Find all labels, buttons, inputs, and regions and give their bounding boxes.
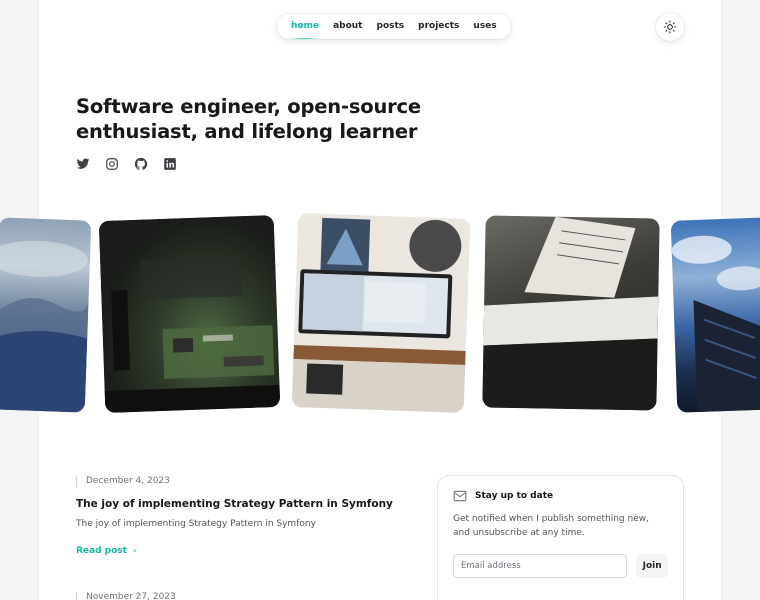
read-post-label: Read post: [76, 546, 127, 556]
post-date: December 4, 2023: [76, 476, 406, 487]
newsletter-title: Stay up to date: [475, 491, 554, 501]
theme-toggle-button[interactable]: [656, 13, 684, 41]
nav-item-uses[interactable]: uses: [473, 14, 496, 39]
github-icon[interactable]: [134, 156, 148, 170]
chevron-right-icon: ›: [133, 546, 137, 555]
nav-item-projects[interactable]: projects: [418, 14, 459, 39]
instagram-icon[interactable]: [105, 156, 119, 170]
newsletter-description: Get notified when I publish something ne…: [453, 514, 649, 538]
newsletter-form: Stay up to date Get notified when I publ…: [437, 475, 684, 600]
photo-mountain-landscape: [0, 217, 92, 413]
email-input[interactable]: [453, 554, 628, 578]
post-date: November 27, 2023: [76, 592, 406, 600]
desk-setup-image: [291, 213, 471, 413]
main-nav: home about posts projects uses: [277, 14, 511, 39]
read-post-link[interactable]: Read post ›: [76, 546, 136, 556]
nav-item-home[interactable]: home: [286, 14, 324, 39]
post-card: December 4, 2023 The joy of implementing…: [76, 476, 406, 557]
newsletter-form-row: Join: [453, 554, 668, 578]
linkedin-icon[interactable]: [163, 156, 177, 170]
photo-circuit-board: [98, 215, 281, 413]
nav-item-posts[interactable]: posts: [377, 14, 405, 39]
post-summary: The joy of implementing Strategy Pattern…: [76, 519, 316, 529]
piano-keys-image: [482, 216, 659, 411]
hero-headline: Software engineer, open-source enthusias…: [76, 95, 421, 143]
mountain-landscape-image: [0, 240, 89, 413]
mail-icon: [453, 490, 467, 502]
photo-building-sky: [670, 217, 760, 413]
newsletter-header: Stay up to date: [453, 490, 668, 502]
circuit-board-image: [104, 256, 281, 413]
nav-item-about[interactable]: about: [333, 14, 362, 39]
photo-desk-setup: [291, 213, 471, 413]
building-sky-image: [671, 235, 760, 412]
photo-piano: [482, 215, 660, 411]
join-button[interactable]: Join: [636, 554, 668, 578]
post-title[interactable]: The joy of implementing Strategy Pattern…: [76, 498, 406, 510]
social-links: [76, 156, 177, 170]
twitter-icon[interactable]: [76, 156, 90, 170]
sun-icon: [663, 20, 677, 34]
post-card: November 27, 2023: [76, 592, 406, 600]
